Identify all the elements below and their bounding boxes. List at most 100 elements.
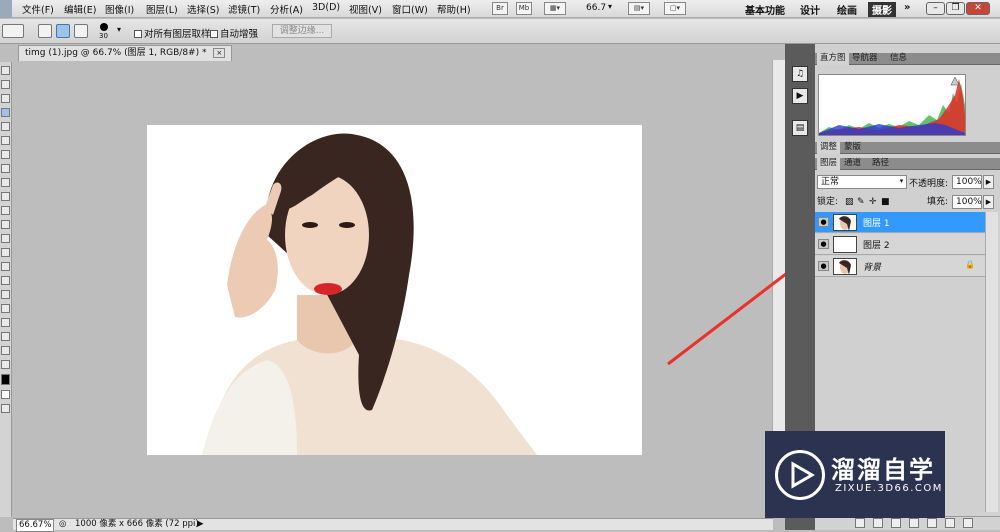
zoom-dropdown-icon[interactable]: ▾ xyxy=(608,2,612,11)
image-canvas[interactable] xyxy=(147,125,642,455)
document-tab[interactable]: timg (1).jpg @ 66.7% (图层 1, RGB/8#) * × xyxy=(18,45,233,61)
auto-enhance-checkbox[interactable]: 自动增强 xyxy=(210,26,258,40)
quick-mask-icon[interactable] xyxy=(1,404,10,413)
crop-tool-icon[interactable] xyxy=(1,122,10,131)
close-button[interactable]: ✕ xyxy=(966,2,990,15)
foreground-color-swatch[interactable] xyxy=(1,374,10,385)
clone-stamp-tool-icon[interactable] xyxy=(1,178,10,187)
layer-row-2[interactable]: ● 图层 2 xyxy=(815,234,985,255)
path-selection-tool-icon[interactable] xyxy=(1,290,10,299)
maximize-button[interactable]: ❐ xyxy=(946,2,965,15)
3d-orbit-tool-icon[interactable] xyxy=(1,332,10,341)
lasso-tool-icon[interactable] xyxy=(1,94,10,103)
actions-panel-icon[interactable]: ▶ xyxy=(792,88,808,104)
dodge-tool-icon[interactable] xyxy=(1,248,10,257)
layers-scrollbar[interactable] xyxy=(985,212,998,512)
add-mask-icon[interactable] xyxy=(891,518,901,528)
more-workspaces-button[interactable]: » xyxy=(904,2,910,13)
layer-name[interactable]: 背景 xyxy=(863,260,881,273)
tab-info[interactable]: 信息 xyxy=(887,53,910,65)
lock-image-icon[interactable]: ✎ xyxy=(857,195,865,209)
menu-window[interactable]: 窗口(W) xyxy=(392,2,428,16)
mini-bridge-button[interactable]: Mb xyxy=(516,2,532,15)
background-color-swatch[interactable] xyxy=(1,390,10,399)
menu-layer[interactable]: 图层(L) xyxy=(146,2,178,16)
menu-view[interactable]: 视图(V) xyxy=(349,2,382,16)
opacity-slider-button[interactable]: ▶ xyxy=(983,175,994,189)
marquee-tool-icon[interactable] xyxy=(1,80,10,89)
status-info-icon[interactable]: ◎ xyxy=(59,519,66,530)
gradient-tool-icon[interactable] xyxy=(1,220,10,229)
link-layers-icon[interactable] xyxy=(855,518,865,528)
type-tool-icon[interactable] xyxy=(1,276,10,285)
tab-adjustments[interactable]: 调整 xyxy=(817,142,841,154)
tab-paths[interactable]: 路径 xyxy=(869,158,892,170)
layer-style-icon[interactable] xyxy=(873,518,883,528)
shape-tool-icon[interactable] xyxy=(1,304,10,313)
zoom-tool-icon[interactable] xyxy=(1,360,10,369)
bridge-button[interactable]: Br xyxy=(492,2,508,15)
workspace-essentials[interactable]: 基本功能 xyxy=(745,2,785,17)
menu-image[interactable]: 图像(I) xyxy=(105,2,134,16)
minimize-button[interactable]: – xyxy=(926,2,945,15)
tab-channels[interactable]: 通道 xyxy=(841,158,864,170)
move-tool-icon[interactable] xyxy=(1,66,10,75)
refine-edge-button[interactable]: 调整边缘... xyxy=(272,24,332,38)
blur-tool-icon[interactable] xyxy=(1,234,10,243)
view-extras-button[interactable]: ▦▾ xyxy=(544,2,566,15)
history-brush-tool-icon[interactable] xyxy=(1,192,10,201)
visibility-eye-icon[interactable]: ● xyxy=(818,261,829,271)
close-document-icon[interactable]: × xyxy=(213,48,226,58)
menu-analysis[interactable]: 分析(A) xyxy=(270,2,303,16)
menu-help[interactable]: 帮助(H) xyxy=(437,2,471,16)
healing-brush-tool-icon[interactable] xyxy=(1,150,10,159)
menu-select[interactable]: 选择(S) xyxy=(187,2,219,16)
blend-mode-select[interactable]: 正常 xyxy=(817,175,907,189)
arrange-documents-button[interactable]: ▤▾ xyxy=(628,2,650,15)
menu-filter[interactable]: 滤镜(T) xyxy=(228,2,260,16)
eraser-tool-icon[interactable] xyxy=(1,206,10,215)
subtract-selection-icon[interactable] xyxy=(74,24,88,38)
lock-position-icon[interactable]: ✛ xyxy=(869,195,877,209)
new-selection-icon[interactable] xyxy=(38,24,52,38)
fill-field[interactable]: 100% xyxy=(952,195,982,209)
3d-rotate-tool-icon[interactable] xyxy=(1,318,10,327)
sample-all-layers-checkbox[interactable]: 对所有图层取样 xyxy=(134,26,211,40)
visibility-eye-icon[interactable]: ● xyxy=(818,217,829,227)
workspace-design[interactable]: 设计 xyxy=(800,2,820,17)
lock-all-icon[interactable]: ■ xyxy=(881,195,890,209)
add-to-selection-icon[interactable] xyxy=(56,24,70,38)
layer-name[interactable]: 图层 1 xyxy=(863,216,890,229)
status-menu-arrow-icon[interactable]: ▶ xyxy=(197,519,204,530)
workspace-photography[interactable]: 摄影 xyxy=(868,2,896,17)
status-zoom-field[interactable]: 66.67% xyxy=(16,519,55,532)
opacity-field[interactable]: 100% xyxy=(952,175,982,189)
history-panel-icon[interactable]: ♫ xyxy=(792,66,808,82)
layer-name[interactable]: 图层 2 xyxy=(863,238,890,251)
brush-tip-icon[interactable] xyxy=(100,23,108,31)
tool-presets-icon[interactable]: ▤ xyxy=(792,120,808,136)
layer-row-1[interactable]: ● 图层 1 xyxy=(815,212,985,233)
tool-preset-picker[interactable] xyxy=(2,24,24,38)
brush-tool-icon[interactable] xyxy=(1,164,10,173)
screen-mode-button[interactable]: ▢▾ xyxy=(664,2,686,15)
hand-tool-icon[interactable] xyxy=(1,346,10,355)
zoom-level[interactable]: 66.7 xyxy=(586,3,606,13)
eyedropper-tool-icon[interactable] xyxy=(1,136,10,145)
menu-3d[interactable]: 3D(D) xyxy=(312,2,340,13)
quick-selection-tool-icon[interactable] xyxy=(1,108,10,117)
new-group-icon[interactable] xyxy=(927,518,937,528)
delete-layer-icon[interactable] xyxy=(963,518,973,528)
fill-slider-button[interactable]: ▶ xyxy=(983,195,994,209)
tab-navigator[interactable]: 导航器 xyxy=(849,53,881,65)
adjustment-layer-icon[interactable] xyxy=(909,518,919,528)
tab-histogram[interactable]: 直方图 xyxy=(817,53,849,65)
pen-tool-icon[interactable] xyxy=(1,262,10,271)
menu-edit[interactable]: 编辑(E) xyxy=(64,2,96,16)
brush-dropdown-icon[interactable]: ▾ xyxy=(117,25,121,34)
lock-transparent-icon[interactable]: ▨ xyxy=(845,195,854,209)
tab-layers[interactable]: 图层 xyxy=(817,158,841,170)
visibility-eye-icon[interactable]: ● xyxy=(818,239,829,249)
layer-row-background[interactable]: ● 背景 🔒 xyxy=(815,256,985,277)
tab-masks[interactable]: 蒙版 xyxy=(841,142,864,154)
